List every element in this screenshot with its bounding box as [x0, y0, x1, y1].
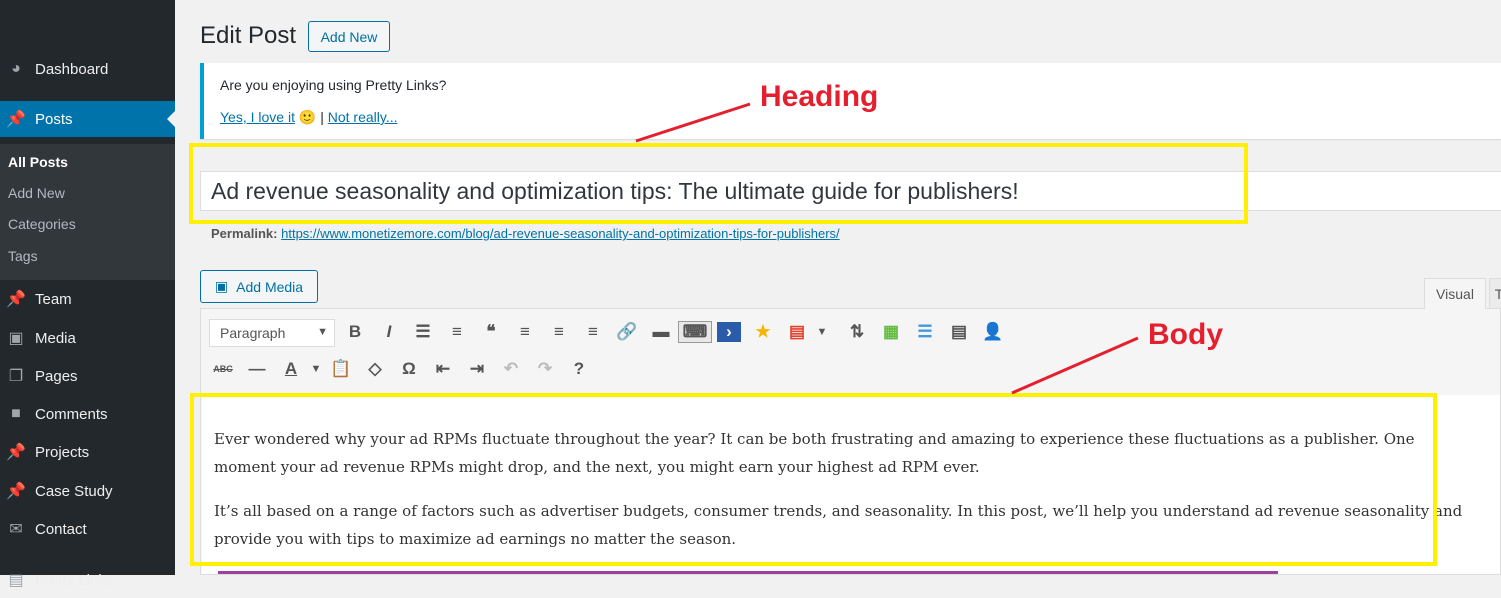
heading-arrow	[635, 102, 751, 143]
body-arrow	[1011, 336, 1139, 395]
tab-visual[interactable]: Visual	[1424, 278, 1486, 309]
body-label: Body	[1148, 318, 1223, 351]
annotation-arrows	[635, 102, 1139, 395]
heading-label: Heading	[760, 80, 879, 113]
